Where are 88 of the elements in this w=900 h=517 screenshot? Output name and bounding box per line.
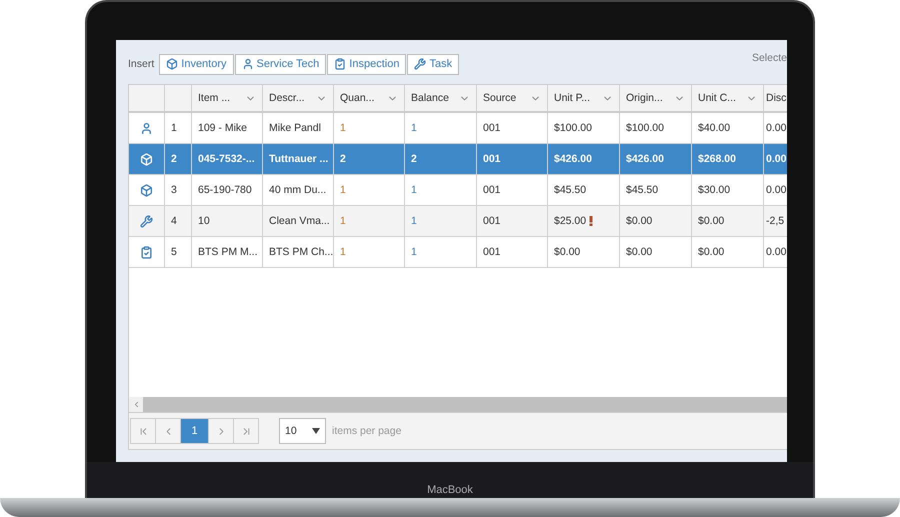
last-page-button[interactable] (233, 418, 259, 444)
table-cell: 0.00 (764, 113, 787, 143)
table-cell: 001 (477, 237, 548, 267)
column-header[interactable]: Quan... (334, 85, 405, 111)
wrench-icon (414, 58, 426, 70)
table-cell: $426.00 (548, 144, 620, 174)
table-row[interactable]: 1 109 - Mike Mike Pandl 1 1 001 $100.00 $100.00 $40.00 0.00 (129, 113, 787, 144)
cube-icon (140, 184, 153, 196)
table-cell: $0.00 (692, 237, 764, 267)
cube-icon (140, 152, 153, 166)
table-cell: 65-190-780 (192, 175, 263, 205)
table-cell: BTS PM Ch... (263, 237, 334, 267)
table-cell: 001 (477, 175, 548, 205)
column-header[interactable]: Item ... (192, 85, 263, 111)
insert-button[interactable]: Inventory (159, 54, 234, 74)
table-cell: 1 (334, 175, 405, 205)
person-icon (242, 58, 254, 70)
first-page-button[interactable] (130, 418, 156, 444)
table-cell: 4 (165, 206, 192, 236)
page-button[interactable]: 1 (180, 418, 209, 444)
selected-label: Selecte (752, 52, 787, 64)
caret-icon[interactable] (312, 428, 320, 434)
table-cell: 2 (334, 144, 405, 174)
table-cell: $426.00 (620, 144, 692, 174)
column-header[interactable]: Origin... (620, 85, 692, 111)
table-cell: 2 (405, 144, 477, 174)
table-cell: $0.00 (548, 237, 620, 267)
table-row[interactable]: 3 65-190-780 40 mm Du... 1 1 001 $45.50 $45.50 $30.00 0.00 (129, 175, 787, 206)
insert-button[interactable]: Inspection (327, 54, 406, 74)
table-cell: 109 - Mike (192, 113, 263, 143)
table-cell: 5 (165, 237, 192, 267)
table-row[interactable]: 2 045-7532-... Tuttnauer ... 2 2 001 $426.00 $426.00 $268.00 0.00 (129, 144, 787, 175)
table-cell: 1 (405, 237, 477, 267)
table-cell: $40.00 (692, 113, 764, 143)
table-cell: 001 (477, 144, 548, 174)
table-cell: $268.00 (692, 144, 764, 174)
table-cell: $100.00 (548, 113, 620, 143)
table-cell: Tuttnauer ... (263, 144, 334, 174)
table-cell: Clean Vma... (263, 206, 334, 236)
column-header[interactable]: Unit C... (692, 85, 764, 111)
clipboard-icon (140, 246, 153, 258)
table-cell: Mike Pandl (263, 113, 334, 143)
table-cell: 40 mm Du... (263, 175, 334, 205)
column-header[interactable]: Source (477, 85, 548, 111)
table-cell: $0.00 (620, 206, 692, 236)
column-header[interactable]: Descr... (263, 85, 334, 111)
brand-label: MacBook (427, 484, 473, 496)
table-cell: 1 (405, 113, 477, 143)
table-cell: $100.00 (620, 113, 692, 143)
table-cell: 0.00 (764, 237, 787, 267)
items-per-page-label: items per page (332, 425, 402, 437)
table-cell: 001 (477, 206, 548, 236)
table-cell: 045-7532-... (192, 144, 263, 174)
table-cell: 1 (334, 206, 405, 236)
table-cell: $25.00 (548, 206, 620, 236)
table-cell: 1 (334, 113, 405, 143)
table-cell: $0.00 (620, 237, 692, 267)
table-cell: 0.00 (764, 144, 787, 174)
page-size-dropdown[interactable]: 10 (279, 418, 326, 444)
table-cell: 10 (192, 206, 263, 236)
insert-button[interactable]: Service Tech (234, 54, 326, 74)
horizontal-scrollbar[interactable] (129, 397, 787, 412)
table-cell: $30.00 (692, 175, 764, 205)
insert-button[interactable]: Task (407, 54, 460, 74)
table-cell: 0.00 (764, 175, 787, 205)
table-cell: $0.00 (692, 206, 764, 236)
table-cell: 001 (477, 113, 548, 143)
column-header[interactable]: Unit P... (548, 85, 620, 111)
wrench-icon (140, 214, 153, 228)
clipboard-icon (334, 58, 346, 70)
table-cell: 1 (405, 175, 477, 205)
table-cell: 1 (405, 206, 477, 236)
insert-label: Insert (128, 58, 154, 70)
table-cell: BTS PM M... (192, 237, 263, 267)
table-cell: 1 (334, 237, 405, 267)
table-cell: $45.50 (620, 175, 692, 205)
column-header[interactable]: Balance (405, 85, 477, 111)
table-row[interactable]: 4 10 Clean Vma... 1 1 001 $25.00 $0.00 $0.00 -2,5 (129, 206, 787, 237)
table-cell: 2 (165, 144, 192, 174)
person-icon (140, 122, 153, 134)
table-cell: 3 (165, 175, 192, 205)
table-row[interactable]: 5 BTS PM M... BTS PM Ch... 1 1 001 $0.00 $0.00 $0.00 0.00 (129, 237, 787, 268)
column-header[interactable]: Disc (764, 85, 787, 111)
table-cell: 1 (165, 113, 192, 143)
cube-icon (166, 58, 178, 70)
table-cell: -2,5 (764, 206, 787, 236)
last-page-icon[interactable] (240, 426, 252, 436)
table-cell: $45.50 (548, 175, 620, 205)
